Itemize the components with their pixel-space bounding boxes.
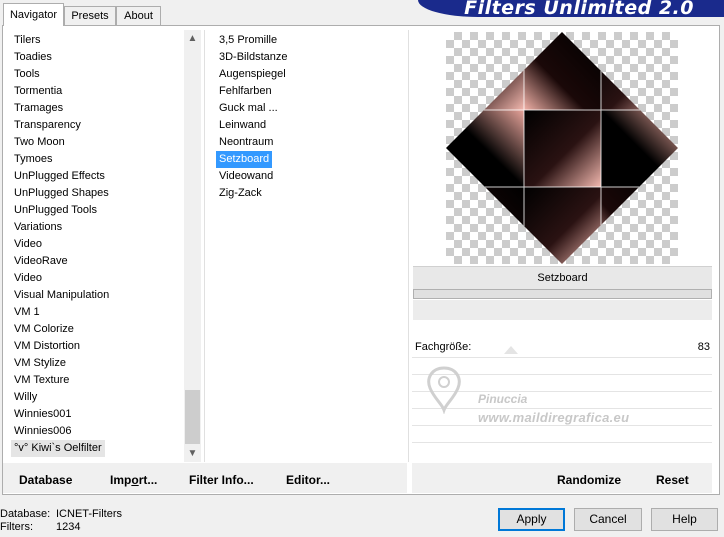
category-item[interactable]: Video <box>11 236 45 253</box>
category-item[interactable]: Tilers <box>11 32 43 49</box>
tab-navigator[interactable]: Navigator <box>3 3 64 26</box>
category-item[interactable]: Tools <box>11 66 43 83</box>
database-value: ICNET-Filters <box>56 508 122 520</box>
category-item[interactable]: Transparency <box>11 117 84 134</box>
category-item[interactable]: °v° Kiwi`s Oelfilter <box>11 440 105 457</box>
category-item[interactable]: Toadies <box>11 49 55 66</box>
scroll-thumb[interactable] <box>185 390 200 444</box>
filters-count: 1234 <box>56 521 81 533</box>
category-item[interactable]: Variations <box>11 219 65 236</box>
filter-item[interactable]: 3,5 Promille <box>216 32 280 49</box>
category-item[interactable]: VM Colorize <box>11 321 77 338</box>
apply-button[interactable]: Apply <box>498 508 565 531</box>
category-item[interactable]: Two Moon <box>11 134 68 151</box>
category-item[interactable]: Winnies001 <box>11 406 74 423</box>
filter-item[interactable]: Zig-Zack <box>216 185 265 202</box>
import-button[interactable]: Import... <box>110 473 157 487</box>
category-list[interactable]: Tilers Toadies Tools Tormentia Tramages Trans… <box>3 30 184 462</box>
category-item[interactable]: VM Texture <box>11 372 72 389</box>
category-item[interactable]: Tramages <box>11 100 66 117</box>
scroll-up-button[interactable]: ▲ <box>184 30 201 47</box>
filters-label: Filters: <box>0 521 33 533</box>
filter-item[interactable]: Videowand <box>216 168 276 185</box>
category-item[interactable]: Visual Manipulation <box>11 287 112 304</box>
parameter-value[interactable]: 83 <box>660 341 710 353</box>
category-item[interactable]: Tormentia <box>11 83 65 100</box>
filter-item[interactable]: Fehlfarben <box>216 83 275 100</box>
database-label: Database: <box>0 508 51 520</box>
slider-thumb[interactable] <box>504 346 518 354</box>
divider <box>408 30 409 462</box>
help-button[interactable]: Help <box>651 508 718 531</box>
database-button[interactable]: Database <box>19 473 72 487</box>
scroll-down-button[interactable]: ▼ <box>184 445 201 462</box>
tab-presets[interactable]: Presets <box>64 6 116 25</box>
randomize-button[interactable]: Randomize <box>557 473 621 487</box>
preview-filter-name: Setzboard <box>413 266 712 289</box>
filter-info-button[interactable]: Filter Info... <box>189 473 254 487</box>
preview-progress-bar <box>413 289 712 299</box>
parameter-label: Fachgröße: <box>415 341 472 353</box>
category-item[interactable]: Winnies006 <box>11 423 74 440</box>
category-item[interactable]: VM Distortion <box>11 338 83 355</box>
tab-about[interactable]: About <box>116 6 161 25</box>
reset-button[interactable]: Reset <box>656 473 689 487</box>
category-item[interactable]: Willy <box>11 389 40 406</box>
category-item[interactable]: VM Stylize <box>11 355 69 372</box>
watermark-logo-icon <box>427 366 461 414</box>
divider <box>204 30 205 462</box>
filter-item[interactable]: 3D-Bildstanze <box>216 49 290 66</box>
filter-item[interactable]: Guck mal ... <box>216 100 281 117</box>
editor-button[interactable]: Editor... <box>286 473 330 487</box>
filter-item[interactable]: Setzboard <box>216 151 273 168</box>
filter-item[interactable]: Leinwand <box>216 117 269 134</box>
category-item[interactable]: Video <box>11 270 45 287</box>
watermark-url: www.maildiregrafica.eu <box>478 410 630 425</box>
app-title: Filters Unlimited 2.0 <box>464 0 694 19</box>
filter-item[interactable]: Neontraum <box>216 134 276 151</box>
cancel-button[interactable]: Cancel <box>574 508 642 531</box>
category-item[interactable]: VM 1 <box>11 304 43 321</box>
category-scrollbar[interactable]: ▲ ▼ <box>184 30 201 462</box>
filter-list[interactable]: 3,5 Promille 3D-Bildstanze Augenspiegel Feh… <box>208 30 406 462</box>
app-title-banner: Filters Unlimited 2.0 <box>418 0 724 19</box>
category-item[interactable]: UnPlugged Tools <box>11 202 100 219</box>
category-item[interactable]: UnPlugged Effects <box>11 168 108 185</box>
category-item[interactable]: Tymoes <box>11 151 56 168</box>
filter-item[interactable]: Augenspiegel <box>216 66 289 83</box>
preview-footer <box>413 300 712 320</box>
category-item[interactable]: UnPlugged Shapes <box>11 185 112 202</box>
preview-image <box>446 32 678 264</box>
category-item[interactable]: VideoRave <box>11 253 71 270</box>
watermark-name: Pinuccia <box>478 392 528 406</box>
